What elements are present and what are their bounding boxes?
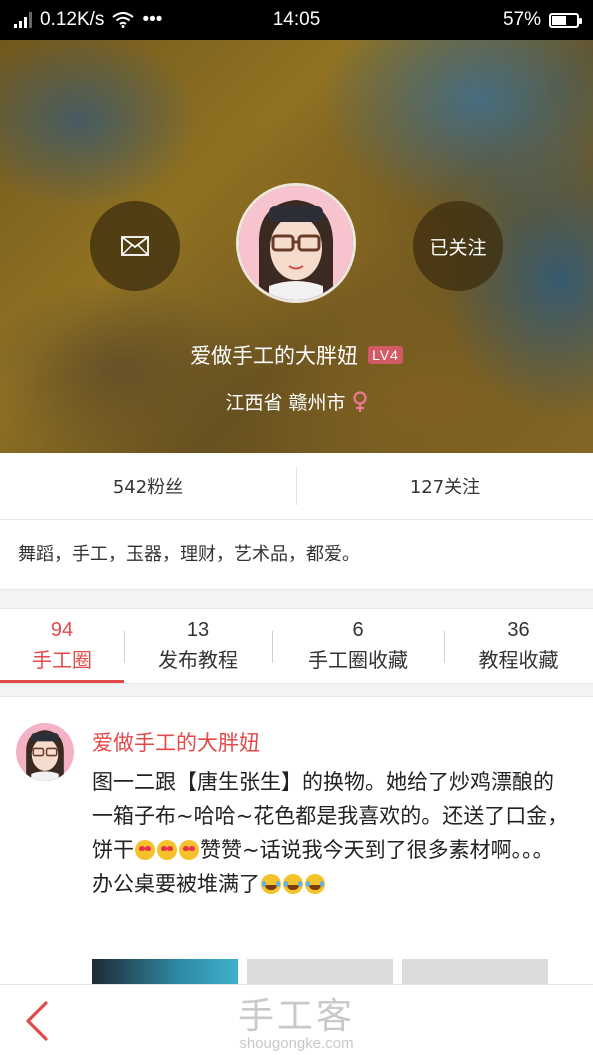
post-image-thumbnail[interactable] bbox=[247, 959, 393, 987]
tab-label: 手工圈 bbox=[32, 648, 92, 672]
mail-icon bbox=[121, 236, 149, 256]
heart-eyes-emoji-icon bbox=[179, 840, 199, 860]
post-author-avatar[interactable] bbox=[16, 723, 74, 781]
username-row: 爱做手工的大胖妞 LV4 bbox=[0, 340, 593, 370]
tears-of-joy-emoji-icon bbox=[305, 874, 325, 894]
level-badge: LV4 bbox=[368, 346, 403, 364]
fans-count[interactable]: 542粉丝 bbox=[0, 453, 296, 519]
watermark-url: shougongke.com bbox=[239, 1035, 354, 1052]
tab-count: 94 bbox=[50, 619, 74, 641]
profile-bio: 舞蹈，手工，玉器，理财，艺术品，都爱。 bbox=[0, 520, 593, 590]
heart-eyes-emoji-icon bbox=[157, 840, 177, 860]
battery-percent: 57% bbox=[502, 9, 541, 30]
status-bar: 0.12K/s ••• 14:05 57% bbox=[0, 0, 593, 40]
tab-handcraft-circle[interactable]: 94 手工圈 bbox=[0, 609, 124, 683]
username: 爱做手工的大胖妞 bbox=[190, 344, 359, 368]
post-card[interactable]: 爱做手工的大胖妞 图一二跟【唐生张生】的换物。她给了炒鸡漂酿的一箱子布~哈哈~花… bbox=[0, 696, 593, 987]
female-icon bbox=[352, 390, 367, 412]
status-right: 57% bbox=[502, 9, 582, 31]
tab-label: 教程收藏 bbox=[478, 648, 559, 672]
bottom-bar: 手工客 shougongke.com bbox=[0, 984, 593, 1055]
follow-status-button[interactable]: 已关注 bbox=[413, 201, 503, 291]
location-row: 江西省 赣州市 bbox=[0, 388, 593, 415]
tab-published-tutorials[interactable]: 13 发布教程 bbox=[124, 609, 272, 683]
stats-bar: 542粉丝 127关注 bbox=[0, 453, 593, 520]
message-button[interactable] bbox=[90, 201, 180, 291]
tears-of-joy-emoji-icon bbox=[261, 874, 281, 894]
post-images bbox=[92, 959, 548, 987]
battery-fill bbox=[552, 15, 566, 25]
profile-tabs: 94 手工圈 13 发布教程 6 手工圈收藏 36 教程收藏 bbox=[0, 608, 593, 684]
battery-icon bbox=[549, 12, 582, 28]
tab-count: 6 bbox=[352, 619, 364, 641]
following-count[interactable]: 127关注 bbox=[297, 453, 593, 519]
tears-of-joy-emoji-icon bbox=[283, 874, 303, 894]
post-text: 图一二跟【唐生张生】的换物。她给了炒鸡漂酿的一箱子布~哈哈~花色都是我喜欢的。还… bbox=[92, 765, 572, 901]
tab-count: 13 bbox=[186, 619, 210, 641]
tab-circle-favorites[interactable]: 6 手工圈收藏 bbox=[272, 609, 444, 683]
tab-count: 36 bbox=[507, 619, 530, 641]
tab-tutorial-favorites[interactable]: 36 教程收藏 bbox=[444, 609, 593, 683]
profile-avatar[interactable] bbox=[236, 183, 356, 303]
tab-label: 发布教程 bbox=[158, 648, 238, 672]
profile-header: 已关注 爱做手工的大胖妞 LV4 江西省 赣州市 bbox=[0, 40, 593, 453]
post-image-thumbnail[interactable] bbox=[92, 959, 238, 987]
watermark: 手工客 shougongke.com bbox=[0, 987, 593, 1052]
tab-label: 手工圈收藏 bbox=[308, 648, 408, 672]
location-text: 江西省 赣州市 bbox=[225, 392, 346, 414]
heart-eyes-emoji-icon bbox=[135, 840, 155, 860]
post-image-thumbnail[interactable] bbox=[402, 959, 548, 987]
post-author-name[interactable]: 爱做手工的大胖妞 bbox=[92, 727, 260, 757]
watermark-logo: 手工客 bbox=[237, 996, 355, 1037]
active-tab-indicator bbox=[0, 680, 124, 683]
